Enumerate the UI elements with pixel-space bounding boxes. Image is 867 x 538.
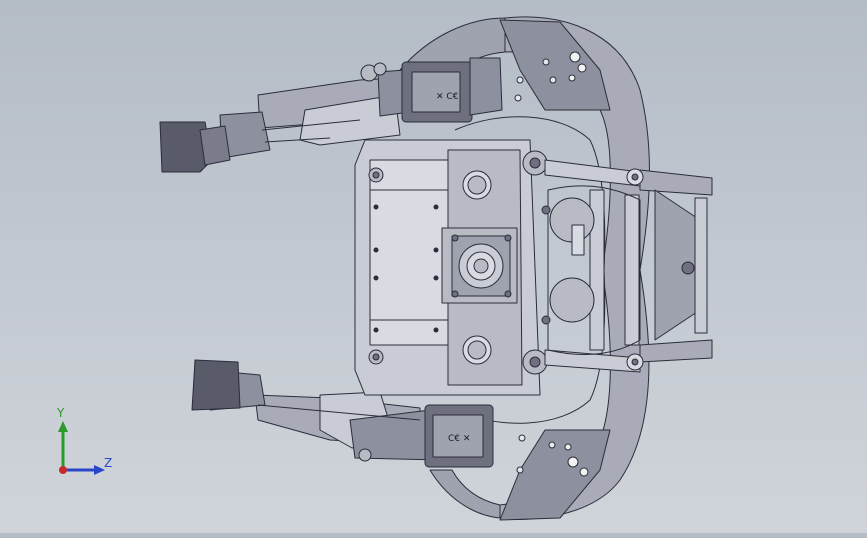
coordinate-triad: Y Z [48, 406, 118, 488]
svg-text:✕ C€: ✕ C€ [436, 92, 459, 102]
y-axis-label: Y [57, 406, 65, 420]
cad-graphics-viewport[interactable]: ✕ C€ C€ ✕ [0, 0, 867, 533]
axis-triad-icon [58, 421, 105, 475]
svg-text:C€ ✕: C€ ✕ [448, 434, 470, 444]
central-body [354, 139, 548, 396]
robot-model[interactable]: ✕ C€ C€ ✕ [0, 0, 867, 533]
z-axis-label: Z [104, 456, 113, 470]
